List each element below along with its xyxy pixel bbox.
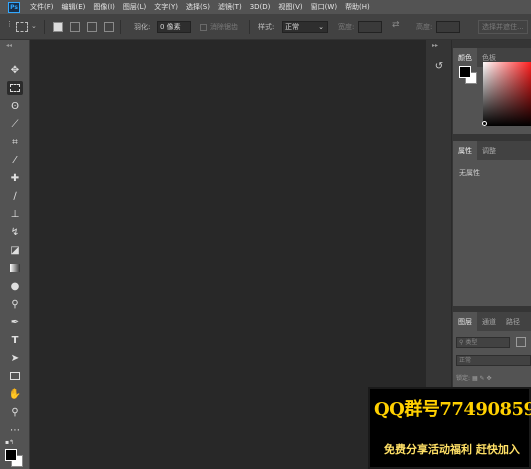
menu-file[interactable]: 文件(F) <box>30 2 54 12</box>
tab-channels[interactable]: 通道 <box>477 312 501 331</box>
eyedropper-tool-icon[interactable]: ⁄ <box>7 153 23 167</box>
foreground-color-swatch[interactable] <box>5 449 17 461</box>
move-tool-icon[interactable]: ✥ <box>7 63 23 77</box>
menu-select[interactable]: 选择(S) <box>186 2 210 12</box>
menu-bar: Ps 文件(F) 编辑(E) 图像(I) 图层(L) 文字(Y) 选择(S) 滤… <box>0 0 531 14</box>
default-colors-icon[interactable]: ▪↰ <box>5 439 14 446</box>
feather-input[interactable]: 0 像素 <box>157 21 191 33</box>
marquee-tool-icon[interactable] <box>7 81 23 95</box>
properties-panel: 属性 调整 无属性 <box>453 141 531 306</box>
history-panel-icon[interactable]: ↺ <box>432 59 446 73</box>
tab-color[interactable]: 颜色 <box>453 48 477 67</box>
lock-pixels-icon[interactable]: ✎ <box>480 375 485 382</box>
crop-tool-icon[interactable]: ⌗ <box>7 135 23 149</box>
style-label: 样式: <box>258 23 275 31</box>
menu-image[interactable]: 图像(I) <box>93 2 115 12</box>
healing-brush-tool-icon[interactable]: ✚ <box>7 171 23 185</box>
eraser-tool-icon[interactable]: ◪ <box>7 243 23 257</box>
zoom-tool-icon[interactable]: ⚲ <box>7 405 23 419</box>
layer-filter-value: 类型 <box>465 339 478 346</box>
expand-grip-icon[interactable]: ▸▸ <box>432 42 438 49</box>
options-bar: ⋮ ⌄ 羽化: 0 像素 消除锯齿 样式: 正常 ⌄ 宽度: ⇄ 高度: 选择并… <box>0 14 531 40</box>
tab-properties[interactable]: 属性 <box>453 141 477 160</box>
clone-stamp-tool-icon[interactable]: ⊥ <box>7 207 23 221</box>
menu-type[interactable]: 文字(Y) <box>154 2 178 12</box>
swap-icon[interactable]: ⇄ <box>392 20 400 30</box>
width-input[interactable] <box>358 21 382 33</box>
rectangle-tool-icon[interactable] <box>7 369 23 383</box>
chevron-down-icon: ⌄ <box>318 23 324 31</box>
color-picker-field[interactable] <box>483 62 531 126</box>
layers-panel-tabs: 图层 通道 路径 <box>453 312 531 331</box>
properties-panel-tabs: 属性 调整 <box>453 141 531 160</box>
lock-transparency-icon[interactable]: ▦ <box>472 375 478 382</box>
feather-label: 羽化: <box>134 23 151 31</box>
height-label: 高度: <box>416 23 433 31</box>
divider <box>120 20 121 34</box>
chevron-down-icon[interactable]: ⌄ <box>31 22 37 30</box>
marquee-preset-icon[interactable] <box>16 22 28 32</box>
add-selection-icon[interactable] <box>70 22 80 32</box>
ad-qq-group-text: QQ群号774908597 <box>374 399 531 420</box>
quick-select-tool-icon[interactable]: ⟋ <box>7 117 23 131</box>
height-input[interactable] <box>436 21 460 33</box>
menu-3d[interactable]: 3D(D) <box>250 3 271 11</box>
ad-slogan-text: 免费分享活动福利 赶快加入 <box>384 443 520 456</box>
menu-filter[interactable]: 滤镜(T) <box>218 2 242 12</box>
photoshop-logo: Ps <box>8 1 20 13</box>
antialias-label: 消除锯齿 <box>210 23 238 31</box>
divider <box>249 20 250 34</box>
more-tools-icon[interactable]: ⋯ <box>7 423 23 437</box>
tab-layers[interactable]: 图层 <box>453 312 477 331</box>
menu-view[interactable]: 视图(V) <box>278 2 302 12</box>
path-select-tool-icon[interactable]: ➤ <box>7 351 23 365</box>
qq-group-ad-banner: QQ群号774908597 免费分享活动福利 赶快加入 <box>368 387 531 469</box>
tab-adjustments[interactable]: 调整 <box>477 141 501 160</box>
new-selection-icon[interactable] <box>53 22 63 32</box>
lock-position-icon[interactable]: ✥ <box>487 375 492 382</box>
color-panel: 颜色 色板 <box>453 48 531 134</box>
tab-paths[interactable]: 路径 <box>501 312 525 331</box>
brush-tool-icon[interactable]: ∕ <box>7 189 23 203</box>
no-properties-text: 无属性 <box>459 169 480 177</box>
gradient-tool-icon[interactable] <box>7 261 23 275</box>
canvas-area[interactable] <box>31 40 426 469</box>
image-filter-icon[interactable] <box>516 337 526 347</box>
lasso-tool-icon[interactable]: ʘ <box>7 99 23 113</box>
layer-filter-select[interactable]: ⚲ 类型 <box>456 337 510 348</box>
collapse-grip-icon[interactable]: ◂◂ <box>6 42 12 49</box>
type-tool-icon[interactable]: T <box>7 333 23 347</box>
properties-body: 无属性 <box>453 160 531 306</box>
select-and-mask-button[interactable]: 选择并遮住... <box>478 20 528 34</box>
menu-window[interactable]: 窗口(W) <box>311 2 337 12</box>
pen-tool-icon[interactable]: ✒ <box>7 315 23 329</box>
dodge-tool-icon[interactable]: ⚲ <box>7 297 23 311</box>
width-label: 宽度: <box>338 23 355 31</box>
search-icon: ⚲ <box>459 339 464 346</box>
blend-mode-select[interactable]: 正常 <box>456 355 531 366</box>
subtract-selection-icon[interactable] <box>87 22 97 32</box>
blur-tool-icon[interactable]: ● <box>7 279 23 293</box>
menu-help[interactable]: 帮助(H) <box>345 2 370 12</box>
home-grip-icon: ⋮ <box>6 20 13 28</box>
divider <box>44 20 45 34</box>
lock-row: 锁定: ▦ ✎ ✥ <box>456 373 492 382</box>
style-value: 正常 <box>285 23 299 31</box>
hand-tool-icon[interactable]: ✋ <box>7 387 23 401</box>
style-select[interactable]: 正常 ⌄ <box>282 21 328 33</box>
menu-layer[interactable]: 图层(L) <box>123 2 146 12</box>
tools-panel: ◂◂ ✥ ʘ ⟋ ⌗ ⁄ ✚ ∕ ⊥ ↯ ◪ ● ⚲ ✒ T ➤ ✋ ⚲ ⋯ ▪… <box>0 40 30 469</box>
lock-label: 锁定: <box>456 375 471 382</box>
color-picker-handle[interactable] <box>482 121 487 126</box>
menu-edit[interactable]: 编辑(E) <box>62 2 86 12</box>
intersect-selection-icon[interactable] <box>104 22 114 32</box>
color-foreground-swatch[interactable] <box>459 66 471 78</box>
history-brush-tool-icon[interactable]: ↯ <box>7 225 23 239</box>
antialias-checkbox[interactable] <box>200 24 207 31</box>
